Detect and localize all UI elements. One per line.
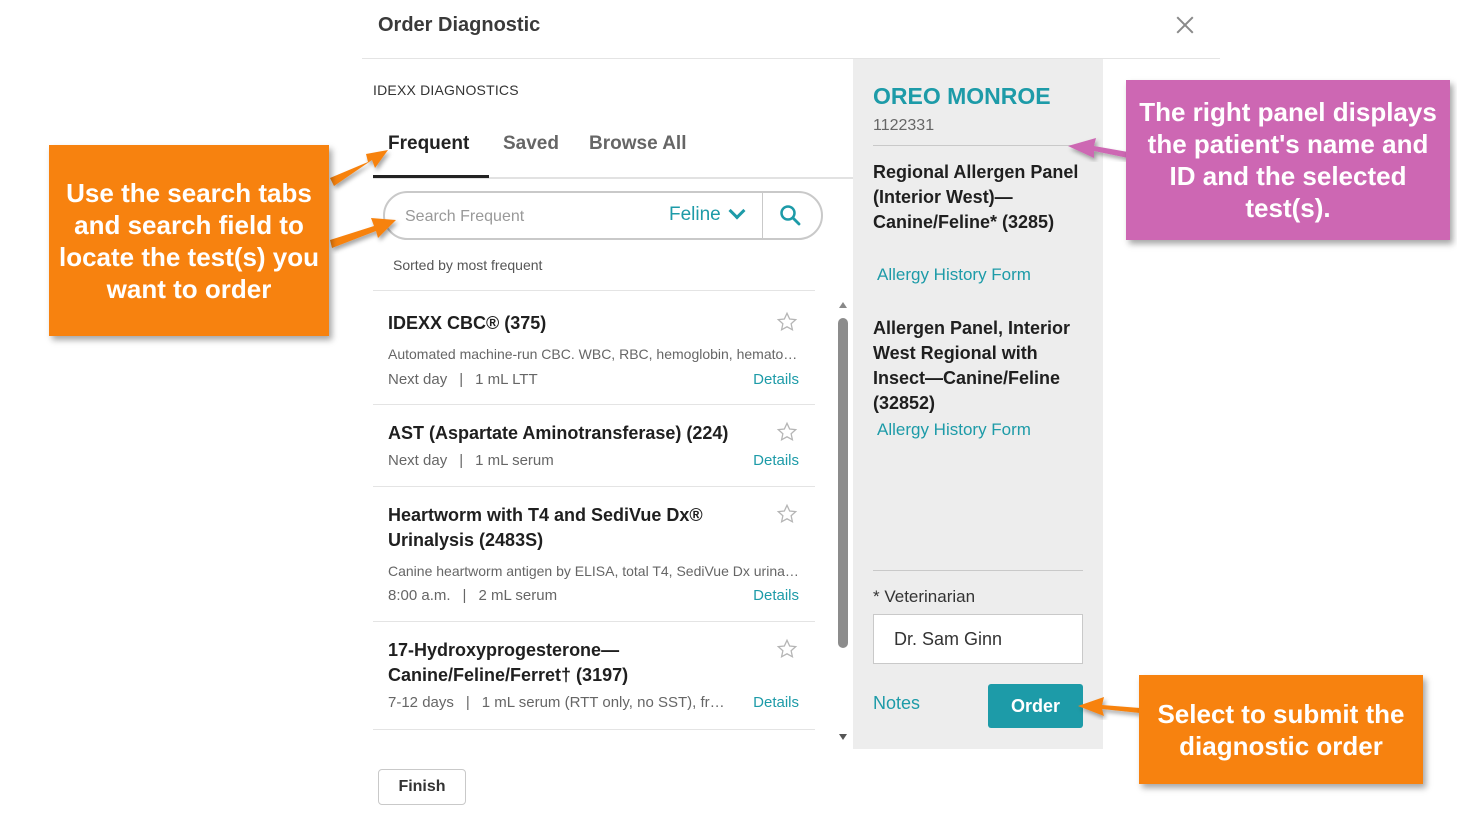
arrow-to-patient bbox=[1068, 138, 1128, 158]
arrow-to-search bbox=[330, 218, 396, 248]
screenshot-stage: Order Diagnostic IDEXX DIAGNOSTICS Frequ… bbox=[0, 0, 1457, 815]
arrow-to-order bbox=[1078, 697, 1140, 716]
order-callout: Select to submit the diagnostic order bbox=[1139, 675, 1423, 784]
arrow-to-tabs bbox=[330, 150, 388, 186]
search-callout: Use the search tabs and search field to … bbox=[49, 145, 329, 336]
right-panel-callout: The right panel displays the patient's n… bbox=[1126, 80, 1450, 240]
